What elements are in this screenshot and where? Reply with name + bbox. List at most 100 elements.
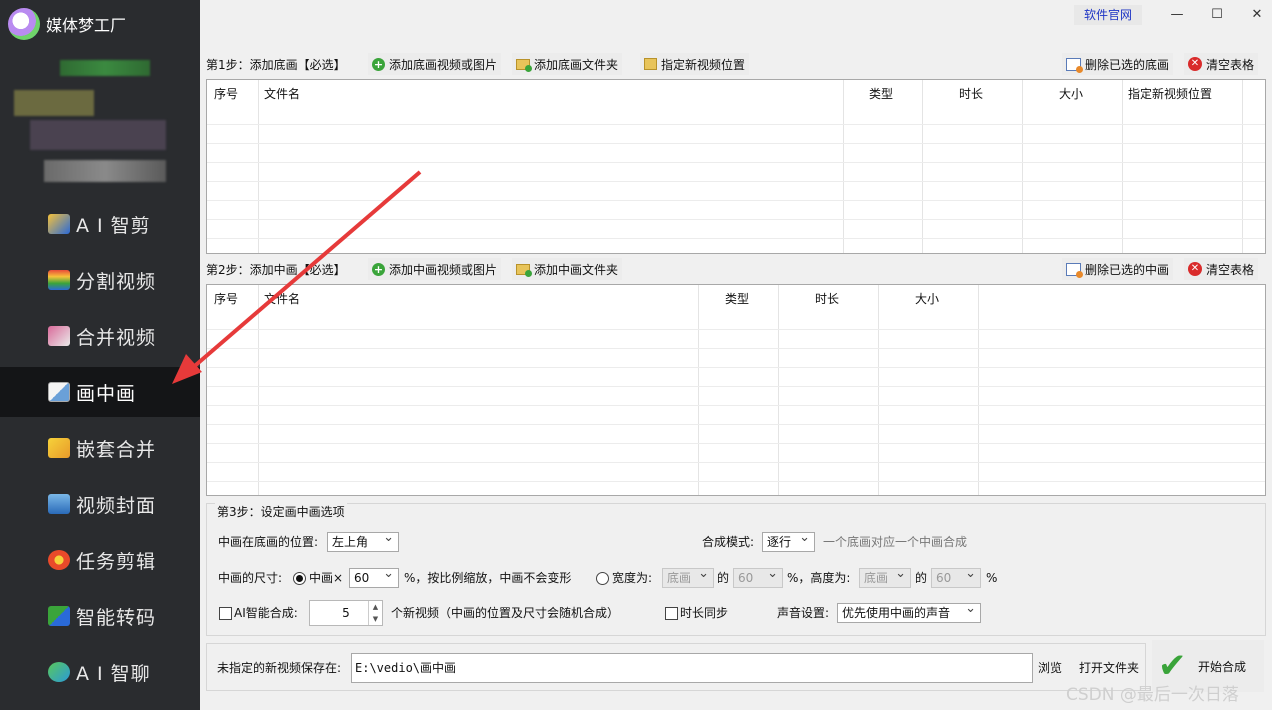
sidebar-item-label: A I 智聊 bbox=[76, 662, 151, 685]
sidebar-item-label: 视频封面 bbox=[76, 494, 157, 517]
width-percent-select[interactable]: 60 bbox=[733, 565, 783, 588]
button-label: 删除已选的中画 bbox=[1085, 262, 1170, 277]
sidebar-item-label: 智能转码 bbox=[76, 606, 157, 629]
button-label: 添加中画视频或图片 bbox=[389, 262, 498, 277]
checkmark-icon: ✔ bbox=[1158, 646, 1187, 686]
sidebar-item-nest-merge[interactable]: 嵌套合并 bbox=[0, 423, 200, 473]
sidebar-item-label: 合并视频 bbox=[76, 326, 157, 349]
position-select[interactable]: 左上角 bbox=[327, 529, 399, 552]
scale-radio[interactable] bbox=[293, 572, 306, 585]
button-label: 清空表格 bbox=[1206, 57, 1255, 72]
button-label: 指定新视频位置 bbox=[661, 57, 746, 72]
sidebar-item-label: 嵌套合并 bbox=[76, 438, 157, 461]
width-of-label: 的 bbox=[717, 571, 730, 585]
height-label: %，高度为: bbox=[787, 571, 851, 585]
save-path-input[interactable]: E:\vedio\画中画 bbox=[351, 653, 1033, 683]
add-pip-media-button[interactable]: + 添加中画视频或图片 bbox=[368, 258, 502, 280]
delete-selected-base-button[interactable]: 删除已选的底画 bbox=[1062, 53, 1174, 75]
add-base-media-button[interactable]: + 添加底画视频或图片 bbox=[368, 53, 502, 75]
step1-toolbar: 第1步：添加底画【必选】 + 添加底画视频或图片 添加底画文件夹 指定新视频位置… bbox=[206, 53, 1266, 75]
column-header: 文件名 bbox=[264, 87, 301, 101]
blurred-account-info bbox=[30, 120, 166, 150]
smart-transcode-icon bbox=[48, 606, 70, 626]
app-logo bbox=[8, 8, 40, 40]
add-icon: + bbox=[372, 262, 385, 276]
split-video-icon bbox=[48, 270, 70, 290]
sidebar-item-smart-transcode[interactable]: 智能转码 bbox=[0, 591, 200, 641]
app-title: 媒体梦工厂 bbox=[46, 16, 127, 35]
width-label: 宽度为: bbox=[612, 571, 653, 585]
add-folder-icon bbox=[516, 58, 532, 72]
video-cover-icon bbox=[48, 494, 70, 514]
mode-select[interactable]: 逐行 bbox=[762, 529, 815, 552]
height-of-label: 的 bbox=[915, 571, 928, 585]
close-button[interactable]: ✕ bbox=[1242, 4, 1272, 26]
open-folder-button[interactable]: 打开文件夹 bbox=[1079, 658, 1139, 678]
column-header: 类型 bbox=[869, 87, 894, 101]
folder-location-icon bbox=[644, 58, 657, 70]
sidebar-item-task-edit[interactable]: 任务剪辑 bbox=[0, 535, 200, 585]
browse-button[interactable]: 浏览 bbox=[1038, 658, 1062, 678]
official-site-link[interactable]: 软件官网 bbox=[1074, 5, 1142, 25]
clear-icon: ✕ bbox=[1188, 262, 1202, 276]
scale-select[interactable]: 60 bbox=[349, 565, 399, 588]
button-label: 清空表格 bbox=[1206, 262, 1255, 277]
table-header: 序号 文件名 类型 时长 大小 bbox=[207, 285, 1265, 313]
audio-select[interactable]: 优先使用中画的声音 bbox=[837, 600, 981, 623]
save-location-panel: 未指定的新视频保存在: E:\vedio\画中画 浏览 打开文件夹 bbox=[206, 643, 1146, 691]
spinner-value: 5 bbox=[342, 606, 350, 620]
button-label: 开始合成 bbox=[1198, 659, 1247, 674]
sidebar-item-picture-in-picture[interactable]: 画中画 bbox=[0, 367, 200, 417]
height-base-select[interactable]: 底画 bbox=[859, 565, 911, 588]
ai-count-spinner[interactable]: 5 ▲ ▼ bbox=[309, 600, 383, 626]
clear-table-button[interactable]: ✕ 清空表格 bbox=[1184, 258, 1259, 280]
sidebar-item-ai-chat[interactable]: A I 智聊 bbox=[0, 647, 200, 697]
button-label: 添加底画文件夹 bbox=[534, 57, 619, 72]
clear-table-button[interactable]: ✕ 清空表格 bbox=[1184, 53, 1259, 75]
add-base-folder-button[interactable]: 添加底画文件夹 bbox=[512, 53, 623, 75]
button-label: 添加中画文件夹 bbox=[534, 262, 619, 277]
blurred-account-info bbox=[44, 160, 166, 182]
sidebar-item-label: 画中画 bbox=[76, 382, 137, 405]
clear-icon: ✕ bbox=[1188, 57, 1202, 71]
task-edit-icon bbox=[48, 550, 70, 570]
ai-compose-checkbox[interactable] bbox=[219, 607, 232, 620]
column-header: 时长 bbox=[959, 87, 984, 101]
sidebar-item-video-cover[interactable]: 视频封面 bbox=[0, 479, 200, 529]
merge-video-icon bbox=[48, 326, 70, 346]
watermark: CSDN @最后一次日落 bbox=[1066, 685, 1239, 705]
pip-media-table[interactable]: 序号 文件名 类型 时长 大小 bbox=[206, 284, 1266, 496]
base-media-table[interactable]: 序号 文件名 类型 时长 大小 指定新视频位置 bbox=[206, 79, 1266, 254]
column-header: 指定新视频位置 bbox=[1128, 87, 1213, 101]
pip-options-group: 第3步：设定画中画选项 中画在底画的位置: 左上角 合成模式: 逐行 一个底画对… bbox=[206, 503, 1266, 636]
sidebar: 媒体梦工厂 A I 智剪 分割视频 合并视频 画中画 嵌套合并 视频封面 任务剪… bbox=[0, 0, 200, 710]
button-label: 添加底画视频或图片 bbox=[389, 57, 498, 72]
duration-sync-checkbox[interactable] bbox=[665, 607, 678, 620]
duration-sync-label: 时长同步 bbox=[680, 606, 729, 620]
nest-merge-icon bbox=[48, 438, 70, 458]
column-header: 大小 bbox=[1059, 87, 1084, 101]
width-base-select[interactable]: 底画 bbox=[662, 565, 714, 588]
column-header: 大小 bbox=[915, 292, 940, 306]
sidebar-item-merge-video[interactable]: 合并视频 bbox=[0, 311, 200, 361]
ai-compose-hint: 个新视频（中画的位置及尺寸会随机合成） bbox=[391, 606, 620, 620]
delete-item-icon bbox=[1066, 262, 1083, 278]
add-icon: + bbox=[372, 57, 385, 71]
sidebar-item-ai-cut[interactable]: A I 智剪 bbox=[0, 199, 200, 249]
add-pip-folder-button[interactable]: 添加中画文件夹 bbox=[512, 258, 623, 280]
maximize-button[interactable]: ☐ bbox=[1202, 4, 1232, 26]
scale-hint: %，按比例缩放，中画不会变形 bbox=[404, 571, 572, 585]
set-video-location-button[interactable]: 指定新视频位置 bbox=[640, 53, 750, 75]
step3-title: 第3步：设定画中画选项 bbox=[215, 503, 347, 520]
delete-selected-pip-button[interactable]: 删除已选的中画 bbox=[1062, 258, 1174, 280]
spinner-arrows-icon[interactable]: ▲ ▼ bbox=[368, 601, 382, 625]
step2-label: 第2步：添加中画【必选】 bbox=[206, 263, 346, 277]
step2-toolbar: 第2步：添加中画【必选】 + 添加中画视频或图片 添加中画文件夹 删除已选的中画… bbox=[206, 258, 1266, 280]
custom-size-radio[interactable] bbox=[596, 572, 609, 585]
sidebar-item-split-video[interactable]: 分割视频 bbox=[0, 255, 200, 305]
percent-label: % bbox=[986, 571, 998, 585]
column-header: 时长 bbox=[815, 292, 840, 306]
minimize-button[interactable]: — bbox=[1162, 4, 1192, 26]
scale-option-label: 中画× bbox=[309, 571, 344, 585]
height-percent-select[interactable]: 60 bbox=[931, 565, 981, 588]
